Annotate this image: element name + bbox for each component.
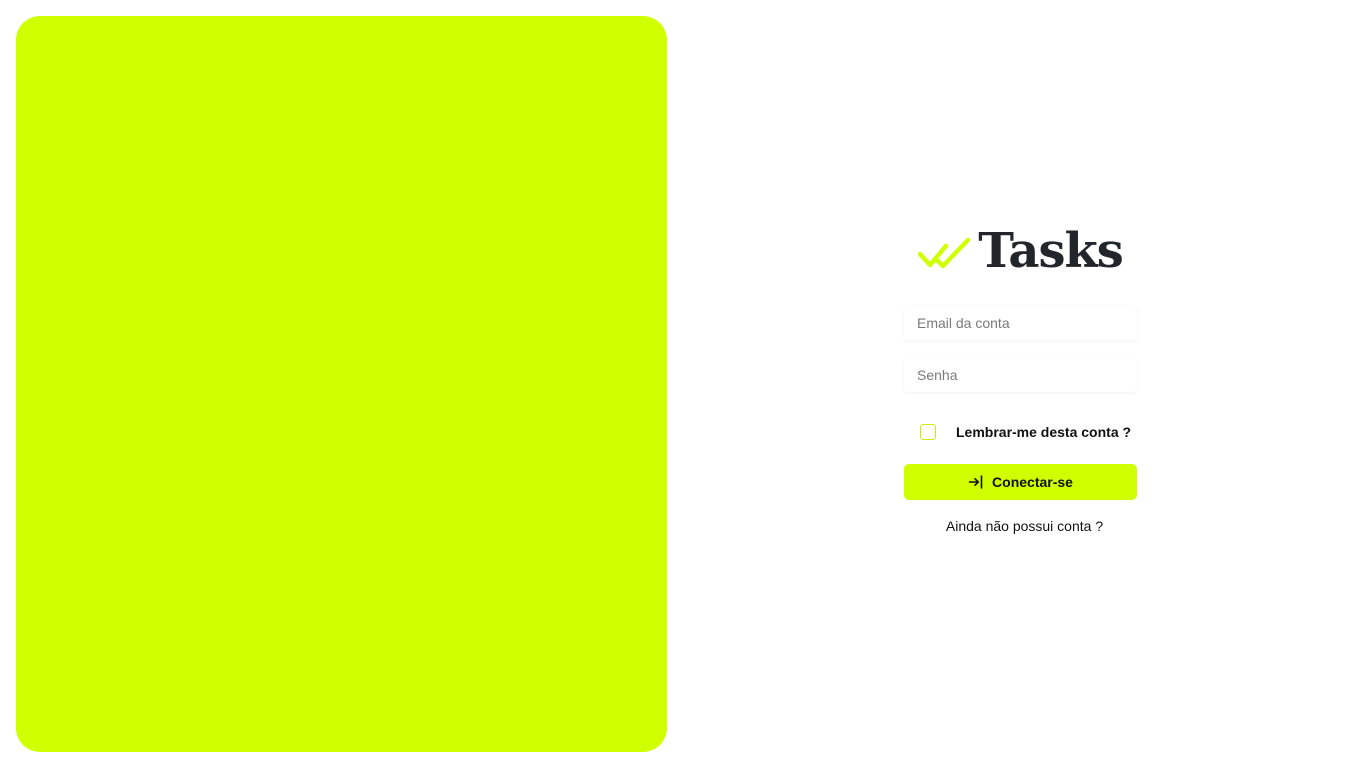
remember-label[interactable]: Lembrar-me desta conta ? xyxy=(956,424,1131,440)
remember-row: Lembrar-me desta conta ? xyxy=(904,423,1137,441)
password-field[interactable] xyxy=(904,358,1137,392)
login-icon xyxy=(968,475,983,489)
email-field[interactable] xyxy=(904,306,1137,340)
connect-button[interactable]: Conectar-se xyxy=(904,464,1137,500)
double-check-icon xyxy=(918,237,971,269)
signup-link[interactable]: Ainda não possui conta ? xyxy=(912,518,1137,534)
brand-name: Tasks xyxy=(978,223,1124,279)
login-page: Tasks Lembrar-me desta conta ? Conectar-… xyxy=(0,0,1365,767)
hero-panel xyxy=(16,16,667,752)
login-form: Tasks Lembrar-me desta conta ? Conectar-… xyxy=(904,222,1137,534)
brand-logo: Tasks xyxy=(904,222,1137,280)
connect-button-label: Conectar-se xyxy=(992,474,1073,490)
remember-checkbox[interactable] xyxy=(920,424,936,440)
